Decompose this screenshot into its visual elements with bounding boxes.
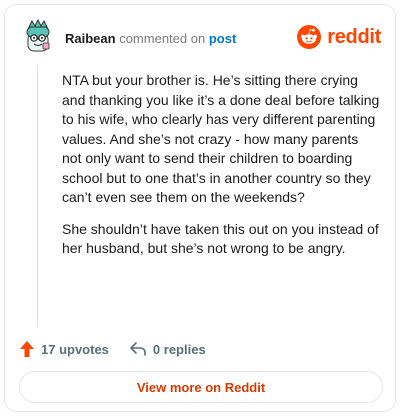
thread-line — [37, 65, 38, 327]
embedded-comment-card: Raibean commented on post reddit NTA but… — [4, 4, 396, 412]
comment-body: NTA but your brother is. He’s sitting th… — [62, 71, 380, 271]
snoo-avatar-icon — [26, 18, 50, 52]
comment-header: Raibean commented on post reddit — [21, 18, 381, 59]
upvote-button[interactable]: 17 upvotes — [19, 340, 109, 358]
user-avatar[interactable] — [21, 18, 55, 53]
view-more-button[interactable]: View more on Reddit — [19, 371, 383, 403]
reddit-wordmark: reddit — [327, 25, 381, 48]
comment-meta: Raibean commented on post — [65, 31, 236, 47]
reply-count: 0 replies — [152, 341, 206, 357]
comment-actions: 17 upvotes 0 replies — [19, 339, 206, 359]
reply-button[interactable]: 0 replies — [129, 341, 206, 357]
upvote-count: 17 upvotes — [41, 341, 109, 357]
post-link[interactable]: post — [209, 31, 236, 46]
reddit-logo[interactable]: reddit — [297, 23, 381, 51]
reply-arrow-icon — [130, 342, 146, 356]
comment-paragraph: NTA but your brother is. He’s sitting th… — [62, 72, 380, 205]
comment-paragraph: She shouldn’t have taken this out on you… — [62, 220, 379, 257]
username-link[interactable]: Raibean — [65, 31, 116, 46]
reddit-snoo-icon — [297, 25, 322, 49]
upvote-arrow-icon — [20, 341, 34, 357]
commented-on-label: commented on — [119, 31, 206, 46]
